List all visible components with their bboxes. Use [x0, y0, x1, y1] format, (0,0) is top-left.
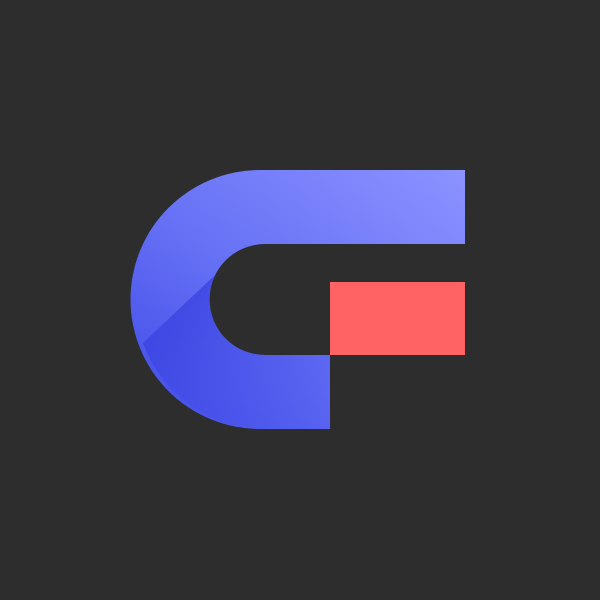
accent-block [330, 282, 465, 355]
logo-canvas [0, 0, 600, 600]
letter-g-logo-icon [130, 170, 465, 429]
